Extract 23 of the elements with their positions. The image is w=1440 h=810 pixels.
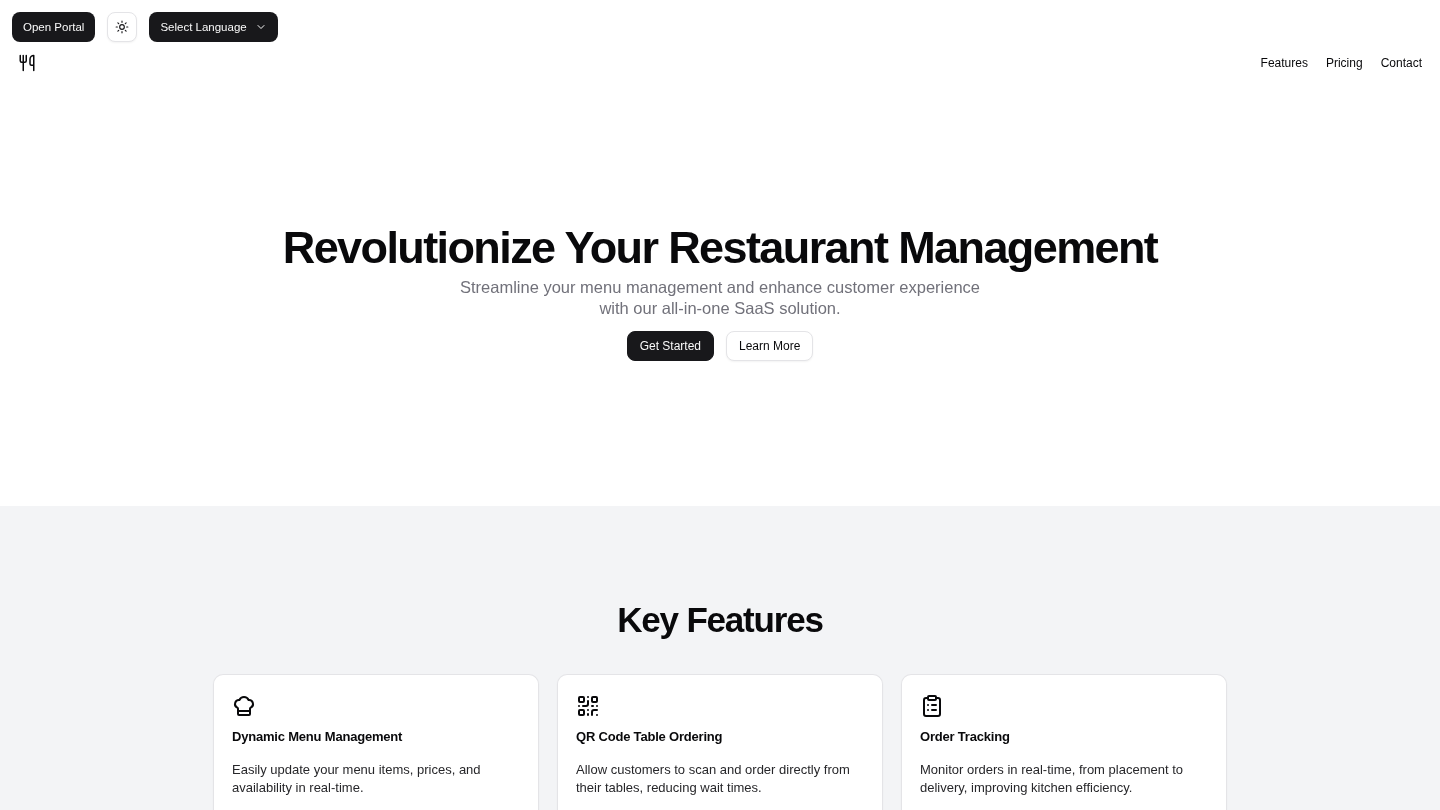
chef-hat-icon (232, 694, 256, 718)
theme-toggle-button[interactable] (107, 12, 138, 42)
hero-subtitle: Streamline your menu management and enhance customer experience with our all-in-one SaaS solution. (458, 277, 982, 319)
utensils-icon (18, 54, 36, 72)
language-select[interactable]: Select Language (149, 12, 278, 42)
qr-code-icon (576, 694, 600, 718)
feature-title: Dynamic Menu Management (232, 728, 404, 746)
nav-link[interactable]: Contact (1380, 56, 1422, 70)
feature-description: Allow customers to scan and order directly from their tables, reducing wait times. (576, 761, 851, 797)
nav-link[interactable]: Features (1260, 56, 1308, 70)
feature-description: Monitor orders in real-time, from placement to delivery, improving kitchen efficiency. (920, 761, 1184, 797)
feature-title: QR Code Table Ordering (576, 728, 724, 746)
section-heading: Key Features (617, 600, 823, 640)
clipboard-list-icon (920, 694, 944, 718)
feature-title: Order Tracking (920, 728, 1011, 746)
nav-link[interactable]: Pricing (1325, 56, 1363, 70)
open-portal-button[interactable]: Open Portal (12, 12, 96, 42)
get-started-button[interactable]: Get Started (626, 331, 714, 361)
sun-icon (115, 20, 130, 34)
logo-link[interactable] (18, 54, 36, 72)
feature-description: Easily update your menu items, prices, and availability in real-time. (232, 761, 482, 797)
hero-heading: Revolutionize Your Restaurant Management (282, 224, 1158, 272)
learn-more-button[interactable]: Learn More (726, 331, 814, 361)
